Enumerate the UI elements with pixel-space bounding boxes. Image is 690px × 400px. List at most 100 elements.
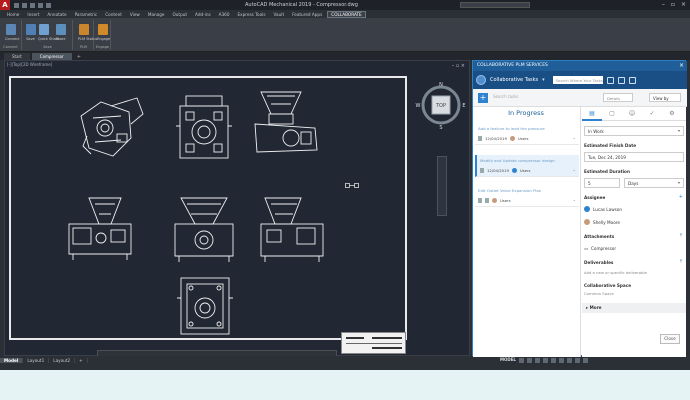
status-select[interactable]: In Work ▾ [584,126,684,136]
task-assignee: Users [519,168,531,173]
grid-icon[interactable] [518,358,524,363]
view-by-dropdown[interactable]: View by [649,93,681,102]
compass-app-icon[interactable] [476,75,486,85]
quick-share-button[interactable]: Quick Share [38,24,59,41]
viewcube-compass-icon: TOP N S W E [416,82,466,131]
workspace-selector[interactable]: Collaborative Tasks [490,77,538,83]
ribbon-tab-view[interactable]: View [127,12,143,17]
plm-status-button[interactable]: PLM Status [78,24,97,41]
new-icon[interactable] [14,2,19,8]
layout-tab-model[interactable]: Model [0,357,24,363]
trash-icon[interactable] [478,198,482,203]
chevron-down-icon[interactable]: ▾ [542,77,545,83]
list-item[interactable]: Add a feature to lead the pressure 12/04… [475,123,579,145]
upload-icon[interactable]: ⇡ [679,233,683,239]
share-button[interactable]: Share [55,24,66,41]
tab-settings-icon[interactable]: ⚙ [662,107,682,121]
assignee-row[interactable]: Lucas Lawson [584,204,684,214]
viewport-controls-label[interactable]: [-][Top][2D Wireframe] [7,62,52,67]
link-icon[interactable] [485,198,489,203]
add-task-button[interactable]: + [478,93,488,103]
task-search-input[interactable]: Search tasks [493,94,519,99]
help-search-input[interactable] [460,2,530,8]
duration-unit-select[interactable]: Days ▾ [624,178,684,188]
attachment-row[interactable]: ▭ Compressor [584,243,684,253]
ribbon-tab-insert[interactable]: Insert [24,12,42,17]
ribbon-tab-content[interactable]: Content [102,12,125,17]
attachments-label: Attachments [584,234,615,239]
list-item[interactable]: Edit Outlet Valve Expansion Plan Users ⌄ [475,185,579,207]
add-layout-button[interactable]: + [75,357,88,363]
tab-people-icon[interactable]: ☺ [622,107,642,121]
autocad-logo-icon[interactable]: A [0,0,10,10]
details-field[interactable]: Details [603,93,633,102]
ribbon-tab-annotate[interactable]: Annotate [44,12,69,17]
doc-tab-compressor[interactable]: Compressor [31,53,72,60]
ribbon-tab-featured-apps[interactable]: Featured Apps [289,12,325,17]
finish-date-field[interactable]: Tue, Dec 24, 2019 [584,152,684,162]
upload-icon[interactable]: ⇡ [679,259,683,265]
ribbon-tab-a360[interactable]: A360 [216,12,233,17]
workspace-icon[interactable] [574,358,580,363]
deliverables-label: Deliverables [584,260,614,265]
trash-icon[interactable] [478,136,482,141]
layout-tab-layout2[interactable]: Layout2 [49,357,76,363]
polar-icon[interactable] [542,358,548,363]
save-icon[interactable] [30,2,35,8]
close-button[interactable]: Close [660,334,680,344]
doc-tab-start[interactable]: Start [4,53,30,60]
model-space-toggle[interactable]: MODEL [500,357,516,363]
chevron-down-icon[interactable]: ⌄ [573,135,576,140]
maximize-button[interactable]: ▫ [671,1,675,8]
close-button[interactable]: × [681,1,686,8]
osnap-icon[interactable] [550,358,556,363]
tab-check-icon[interactable]: ✓ [642,107,662,121]
minimize-button[interactable]: – [662,1,665,8]
ribbon-tab-home[interactable]: Home [4,12,22,17]
save-to-cloud-button[interactable]: Save [25,24,36,41]
panel-search-input[interactable]: Search Where Your Tasks [552,76,603,84]
detail-tabs: ▤ ▢ ☺ ✓ ⚙ [582,107,686,121]
list-item[interactable]: Modify and Update compressor design 12/0… [475,155,579,177]
layout-tab-layout1[interactable]: Layout1 [23,357,50,363]
viewcube[interactable]: TOP N S W E [415,79,467,131]
drawing-viewport[interactable]: [-][Top][2D Wireframe] – ▫ × TOP N S W E [4,60,470,357]
ribbon-tab-vault[interactable]: Vault [271,12,288,17]
panel-toolbar: + Search tasks Details View by [473,89,687,107]
task-date: 12/04/2019 [487,168,509,173]
chevron-down-icon[interactable]: ⌄ [573,197,576,202]
tab-comments-icon[interactable]: ▢ [602,107,622,121]
undo-icon[interactable] [38,2,43,8]
snap-icon[interactable] [526,358,532,363]
deliverables-input[interactable]: Add a new or specific deliverable [584,270,647,275]
ortho-icon[interactable] [534,358,540,363]
connect-button[interactable]: Connect [5,24,19,41]
engage-button[interactable]: Engage [97,24,110,41]
share-icon[interactable] [617,76,625,84]
ribbon-tab-parametric[interactable]: Parametric [72,12,101,17]
open-icon[interactable] [22,2,27,8]
redo-icon[interactable] [46,2,51,8]
annotation-scale-icon[interactable] [566,358,572,363]
ribbon-tab-output[interactable]: Output [169,12,190,17]
duration-field[interactable]: 5 [584,178,620,188]
add-assignee-icon[interactable]: + [679,194,683,200]
ribbon-tab-express-tools[interactable]: Express Tools [235,12,269,17]
ribbon-tab-manage[interactable]: Manage [145,12,168,17]
ribbon-tab-collaborate[interactable]: COLLABORATE [327,10,366,18]
navigation-bar[interactable] [437,156,447,216]
more-expander[interactable]: ▸ More [582,303,686,313]
tab-properties-icon[interactable]: ▤ [582,107,602,121]
tag-icon[interactable] [606,76,614,84]
lineweight-icon[interactable] [558,358,564,363]
chevron-down-icon[interactable]: ⌄ [573,167,576,172]
panel-close-icon[interactable]: × [679,62,684,69]
selection-grip-icon[interactable] [345,183,359,188]
viewport-window-controls[interactable]: – ▫ × [452,63,465,69]
task-title: Add a feature to lead the pressure [478,126,545,131]
customize-icon[interactable] [582,358,588,363]
assignee-row[interactable]: Shelly Moore [584,217,684,227]
user-icon[interactable] [628,76,636,84]
trash-icon[interactable] [480,168,484,173]
ribbon-tab-addins[interactable]: Add-ins [192,12,214,17]
